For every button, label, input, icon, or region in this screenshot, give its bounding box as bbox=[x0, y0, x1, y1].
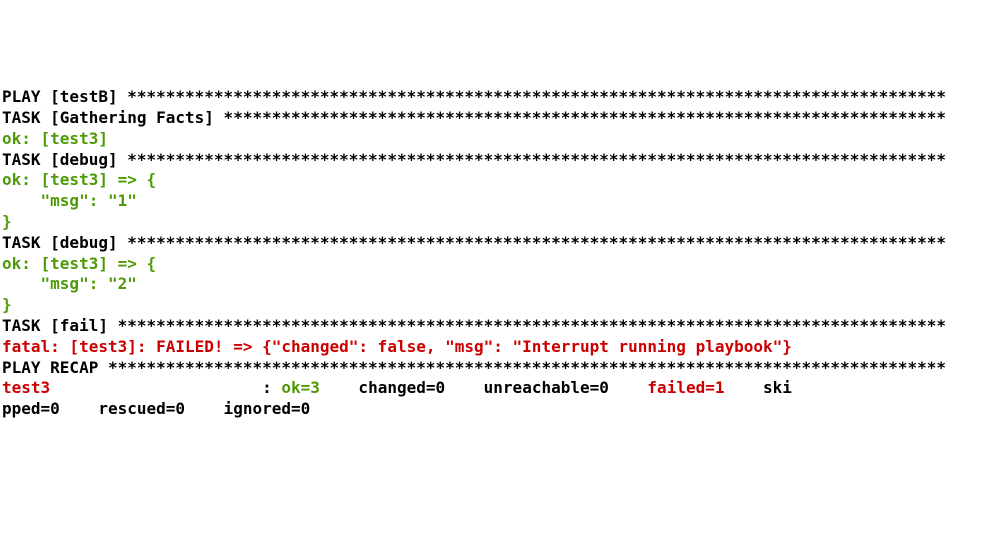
terminal-line: ok: [test3] => { bbox=[2, 170, 984, 191]
terminal-segment: PLAY [testB] ***************************… bbox=[2, 87, 946, 106]
terminal-line: fatal: [test3]: FAILED! => {"changed": f… bbox=[2, 337, 984, 358]
terminal-line: } bbox=[2, 212, 984, 233]
terminal-segment: "msg": "2" bbox=[2, 274, 137, 293]
terminal-line: "msg": "1" bbox=[2, 191, 984, 212]
terminal-line: ok: [test3] bbox=[2, 129, 984, 150]
terminal-segment: ski bbox=[753, 378, 792, 397]
terminal-line: } bbox=[2, 295, 984, 316]
terminal-line: "msg": "2" bbox=[2, 274, 984, 295]
terminal-segment: ok=3 bbox=[281, 378, 348, 397]
terminal-segment: test3 bbox=[2, 378, 50, 397]
terminal-line: pped=0 rescued=0 ignored=0 bbox=[2, 399, 984, 420]
terminal-line: ok: [test3] => { bbox=[2, 254, 984, 275]
terminal-segment: TASK [Gathering Facts] *****************… bbox=[2, 108, 946, 127]
terminal-segment: ok: [test3] => { bbox=[2, 170, 156, 189]
terminal-line: TASK [Gathering Facts] *****************… bbox=[2, 108, 984, 129]
terminal-segment: TASK [debug] ***************************… bbox=[2, 233, 946, 252]
terminal-segment: PLAY RECAP *****************************… bbox=[2, 358, 946, 377]
terminal-segment: } bbox=[2, 295, 12, 314]
terminal-line: PLAY RECAP *****************************… bbox=[2, 358, 984, 379]
terminal-segment: changed=0 unreachable=0 bbox=[349, 378, 648, 397]
terminal-line: TASK [debug] ***************************… bbox=[2, 150, 984, 171]
terminal-segment: "msg": "1" bbox=[2, 191, 137, 210]
terminal-segment: pped=0 rescued=0 ignored=0 bbox=[2, 399, 310, 418]
terminal-line: PLAY [testB] ***************************… bbox=[2, 87, 984, 108]
terminal-segment: : bbox=[50, 378, 281, 397]
terminal-line: TASK [debug] ***************************… bbox=[2, 233, 984, 254]
terminal-segment: TASK [debug] ***************************… bbox=[2, 150, 946, 169]
terminal-output: PLAY [testB] ***************************… bbox=[2, 87, 984, 420]
terminal-line: test3 : ok=3 changed=0 unreachable=0 fai… bbox=[2, 378, 984, 399]
terminal-segment: } bbox=[2, 212, 12, 231]
terminal-segment: TASK [fail] ****************************… bbox=[2, 316, 946, 335]
terminal-segment: ok: [test3] => { bbox=[2, 254, 156, 273]
terminal-segment: fatal: [test3]: FAILED! => {"changed": f… bbox=[2, 337, 792, 356]
terminal-segment: failed=1 bbox=[647, 378, 753, 397]
terminal-segment: ok: [test3] bbox=[2, 129, 108, 148]
terminal-line: TASK [fail] ****************************… bbox=[2, 316, 984, 337]
